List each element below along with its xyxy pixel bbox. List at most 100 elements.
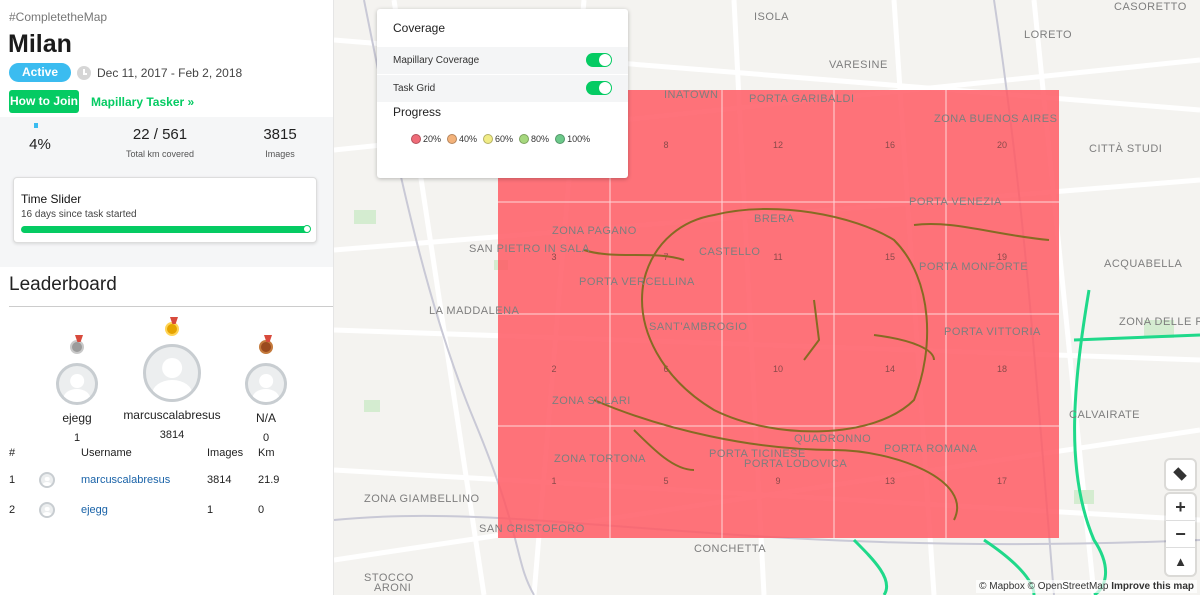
images-value: 3815 xyxy=(263,126,297,143)
legend-dot xyxy=(519,134,530,144)
map-place-label: CASTELLO xyxy=(699,246,760,258)
grid-cell-number: 18 xyxy=(997,364,1007,374)
legend-item: 100% xyxy=(555,134,590,144)
status-badge: Active xyxy=(9,63,71,82)
task-hashtag: #CompletetheMap xyxy=(9,10,108,24)
osm-attribution-link[interactable]: © OpenStreetMap xyxy=(1028,581,1109,592)
grid-cell-number: 13 xyxy=(885,476,895,486)
map-place-label: PORTA MONFORTE xyxy=(919,261,1028,273)
row-rank: 1 xyxy=(9,474,16,486)
column-header: # xyxy=(9,447,16,459)
legend-label: 40% xyxy=(459,134,478,144)
podium-count: 1 xyxy=(73,432,81,444)
map-place-label: VARESINE xyxy=(829,59,888,71)
task-grid-row[interactable]: Task Grid xyxy=(377,75,628,102)
grid-cell-number: 12 xyxy=(773,140,783,150)
grid-cell-number: 5 xyxy=(663,476,668,486)
progress-bar-indicator xyxy=(34,123,38,128)
compass-button[interactable]: ▲ xyxy=(1166,548,1195,575)
table-row: 1 marcuscalabresus 3814 21.9 xyxy=(9,465,298,495)
map-place-label: SANT'AMBROGIO xyxy=(649,321,747,333)
podium-username: ejegg xyxy=(62,411,92,425)
task-sidebar: #CompletetheMap Milan Active Dec 11, 201… xyxy=(0,0,334,595)
task-grid-label: Task Grid xyxy=(393,83,436,94)
row-images: 3814 xyxy=(207,474,232,486)
km-covered-label: Total km covered xyxy=(125,149,195,159)
podium-count: 3814 xyxy=(159,429,185,441)
map-canvas[interactable]: 1234567891011121314151617181920 ISOLACAS… xyxy=(334,0,1200,595)
avatar xyxy=(143,344,201,402)
time-slider-handle[interactable] xyxy=(303,225,311,233)
silver-medal-icon xyxy=(70,340,84,354)
task-date-range: Dec 11, 2017 - Feb 2, 2018 xyxy=(97,66,243,80)
time-slider-track[interactable] xyxy=(21,225,311,233)
grid-cell-number: 11 xyxy=(773,252,782,262)
row-username-cell: marcuscalabresus xyxy=(81,465,207,495)
row-rank: 2 xyxy=(9,504,16,516)
map-place-label: PORTA ROMANA xyxy=(884,443,978,455)
progress-legend: 20% 40% 60% 80% 100% xyxy=(411,134,596,144)
legend-item: 80% xyxy=(519,134,549,144)
mapillary-coverage-label: Mapillary Coverage xyxy=(393,55,480,66)
images-label: Images xyxy=(265,149,295,159)
legend-item: 20% xyxy=(411,134,441,144)
zoom-controls: + − ▲ xyxy=(1166,494,1195,575)
map-place-label: ACQUABELLA xyxy=(1104,258,1183,270)
map-place-label: SAN CRISTOFORO xyxy=(479,523,585,535)
table-header-row: # Username Images Km xyxy=(9,447,298,465)
mapbox-attribution-link[interactable]: © Mapbox xyxy=(979,581,1025,592)
map-place-label: CASORETTO xyxy=(1114,1,1187,13)
legend-label: 20% xyxy=(423,134,442,144)
table-row: 2 ejegg 1 0 xyxy=(9,495,298,525)
legend-label: 80% xyxy=(531,134,550,144)
how-to-join-button[interactable]: How to Join xyxy=(9,90,79,113)
podium-first: marcuscalabresus 3814 xyxy=(117,322,227,441)
legend-dot xyxy=(483,134,494,144)
zoom-out-button[interactable]: − xyxy=(1166,521,1195,548)
clock-icon xyxy=(77,66,91,80)
coverage-panel: Coverage Mapillary Coverage Task Grid Pr… xyxy=(377,9,628,178)
task-grid-toggle[interactable] xyxy=(586,81,612,95)
legend-dot xyxy=(555,134,566,144)
mapillary-coverage-toggle[interactable] xyxy=(586,53,612,67)
leaderboard-divider xyxy=(9,306,333,307)
avatar xyxy=(245,363,287,405)
username-link[interactable]: marcuscalabresus xyxy=(81,474,170,486)
avatar xyxy=(56,363,98,405)
map-place-label: QUADRONNO xyxy=(794,433,871,445)
map-place-label: PORTA VENEZIA xyxy=(909,196,1002,208)
coverage-title: Coverage xyxy=(393,21,446,35)
map-place-label: ZONA BUENOS AIRES xyxy=(934,113,1057,125)
legend-label: 100% xyxy=(567,134,591,144)
map-place-label: LA MADDALENA xyxy=(429,305,520,317)
map-place-label: ZONA TORTONA xyxy=(554,453,646,465)
row-images: 1 xyxy=(207,504,214,516)
legend-dot xyxy=(411,134,421,144)
map-place-label: PORTA VITTORIA xyxy=(944,326,1041,338)
improve-map-link[interactable]: Improve this map xyxy=(1111,581,1194,592)
km-stat: 22 / 561 Total km covered xyxy=(100,126,220,159)
grid-cell-number: 8 xyxy=(663,140,668,150)
mapillary-coverage-row[interactable]: Mapillary Coverage xyxy=(377,47,628,74)
row-km: 21.9 xyxy=(258,474,280,486)
time-slider-subtitle: 16 days since task started xyxy=(21,209,137,220)
map-place-label: PORTA GARIBALDI xyxy=(749,93,855,105)
km-covered-value: 22 / 561 xyxy=(132,126,188,143)
grid-cell-number: 10 xyxy=(773,364,783,374)
grid-cell-number: 2 xyxy=(551,364,556,374)
map-place-label: CONCHETTA xyxy=(694,543,766,555)
legend-label: 60% xyxy=(495,134,514,144)
mapillary-tasker-link[interactable]: Mapillary Tasker » xyxy=(91,95,194,109)
time-slider-card: Time Slider 16 days since task started xyxy=(13,177,317,243)
grid-cell-number: 14 xyxy=(885,364,895,374)
grid-cell-number: 15 xyxy=(885,252,895,262)
podium-second: ejegg 1 xyxy=(40,340,114,444)
grid-cell-number: 16 xyxy=(885,140,895,150)
map-place-label: ZONA GIAMBELLINO xyxy=(364,493,480,505)
layers-button[interactable] xyxy=(1166,460,1195,489)
time-slider-title: Time Slider xyxy=(21,192,82,206)
zoom-in-button[interactable]: + xyxy=(1166,494,1195,521)
grid-cell-number: 9 xyxy=(775,476,780,486)
progress-percent: 4% xyxy=(29,136,51,153)
username-link[interactable]: ejegg xyxy=(81,504,108,516)
